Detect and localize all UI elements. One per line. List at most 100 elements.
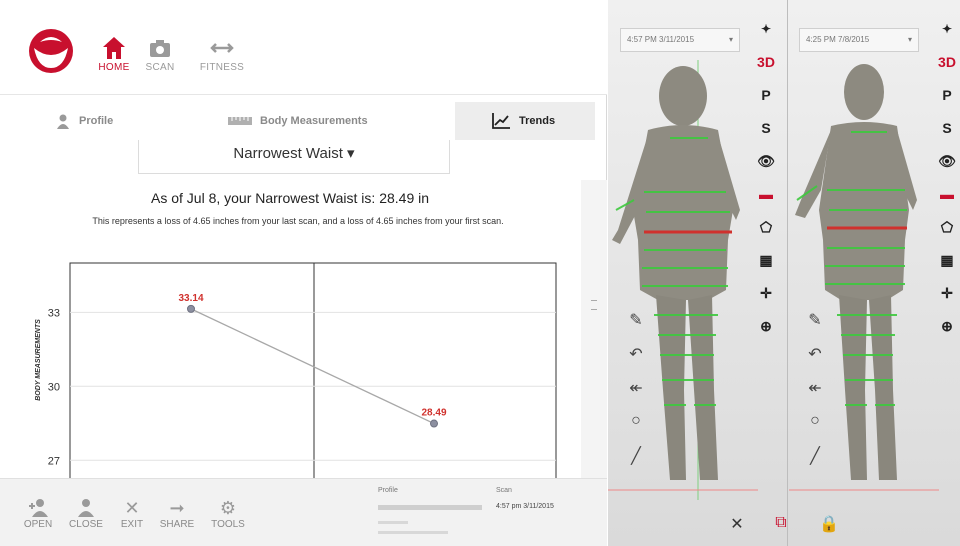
- metric-dropdown[interactable]: Narrowest Waist ▾: [138, 140, 450, 174]
- globe-tool-1[interactable]: ⊕: [750, 317, 782, 350]
- y-tick-label: 33: [48, 307, 60, 319]
- tool-profile-label: P: [761, 87, 771, 103]
- pencil-icon[interactable]: ✎: [624, 310, 648, 344]
- metric-dropdown-value: Narrowest Waist: [233, 145, 343, 162]
- undo-icon[interactable]: ↶: [624, 344, 648, 378]
- y-tick-label: 30: [48, 381, 60, 393]
- share-button[interactable]: ➞ SHARE: [155, 497, 199, 530]
- tab-trends-label: Trends: [519, 115, 556, 127]
- tab-profile[interactable]: Profile: [55, 102, 165, 140]
- edit-tools-1: ✎ ↶ ↞ ○ ╱: [624, 310, 648, 480]
- pencil-icon[interactable]: ✎: [803, 310, 827, 344]
- crosshair-icon: ✛: [941, 285, 953, 301]
- camera-icon: [150, 40, 170, 57]
- measure-lines-icon: ▬: [759, 186, 773, 202]
- tools-button[interactable]: ⚙ TOOLS: [206, 497, 250, 530]
- line-icon[interactable]: ╱: [803, 446, 827, 480]
- tab-body-measurements-label: Body Measurements: [260, 115, 368, 127]
- tool-silhouette-2[interactable]: S: [931, 119, 960, 152]
- trend-chart-icon: [492, 113, 510, 129]
- compare-button[interactable]: ⧉: [764, 514, 798, 532]
- scrollbar[interactable]: [581, 180, 607, 480]
- summary-headline: As of Jul 8, your Narrowest Waist is: 28…: [150, 190, 430, 206]
- exit-button-label: EXIT: [120, 519, 144, 530]
- arrow-right-icon: ➞: [169, 498, 185, 518]
- tab-trends[interactable]: Trends: [455, 102, 595, 140]
- grid-icon: ▦: [940, 252, 954, 268]
- view-tools-1: ✦ 3D P S 👁 ▬ ⬠ ▦ ✛ ⊕: [750, 20, 782, 350]
- eye-tool-2[interactable]: 👁: [931, 152, 960, 185]
- grid-icon: ▦: [759, 252, 773, 268]
- scrollbar-grip-icon[interactable]: [591, 300, 597, 310]
- tool-3d-2[interactable]: 3D: [931, 53, 960, 86]
- globe-icon: ⊕: [941, 318, 953, 334]
- open-button[interactable]: OPEN: [16, 497, 60, 530]
- close-icon: ✕: [124, 498, 140, 518]
- close-button-label: CLOSE: [69, 519, 103, 530]
- landmark-tool-2[interactable]: ✛: [931, 284, 960, 317]
- nav-fitness[interactable]: FITNESS: [192, 34, 252, 73]
- ruler-icon: [228, 117, 252, 125]
- lock-button[interactable]: 🔒: [812, 514, 846, 534]
- redo-icon[interactable]: ↞: [803, 378, 827, 412]
- scan-pane-1: 4:57 PM 3/11/2015 ▾ ✦ 3D P S 👁 ▬ ⬠ ▦ ✛ ⊕…: [608, 0, 788, 546]
- globe-icon: ⊕: [760, 318, 772, 334]
- user-icon: [64, 497, 108, 519]
- tab-profile-label: Profile: [79, 115, 114, 127]
- pin-icon: ✦: [941, 22, 953, 36]
- eye-tool-1[interactable]: 👁: [750, 152, 782, 185]
- pentagon-tool-2[interactable]: ⬠: [931, 218, 960, 251]
- measure-lines-tool-2[interactable]: ▬: [931, 185, 960, 218]
- grid-tool-1[interactable]: ▦: [750, 251, 782, 284]
- grid-tool-2[interactable]: ▦: [931, 251, 960, 284]
- scan-date-select-2[interactable]: 4:25 PM 7/8/2015 ▾: [799, 28, 919, 52]
- scan-date-value-1: 4:57 PM 3/11/2015: [627, 35, 695, 44]
- view-tools-2: ✦ 3D P S 👁 ▬ ⬠ ▦ ✛ ⊕: [931, 20, 960, 350]
- plot-area: [69, 262, 557, 480]
- scan-info-profile-value: [378, 505, 482, 510]
- tool-profile-1[interactable]: P: [750, 86, 782, 119]
- reset-view-button[interactable]: ✕: [720, 514, 754, 534]
- close-icon: ✕: [730, 516, 744, 533]
- pentagon-icon: ⬠: [759, 219, 773, 235]
- tool-3d-1[interactable]: 3D: [750, 53, 782, 86]
- circle-icon[interactable]: ○: [624, 412, 648, 446]
- tools-button-label: TOOLS: [211, 519, 245, 530]
- close-button[interactable]: CLOSE: [64, 497, 108, 530]
- chevron-down-icon: ▾: [347, 145, 355, 162]
- pentagon-icon: ⬠: [940, 219, 954, 235]
- undo-icon[interactable]: ↶: [803, 344, 827, 378]
- circle-icon[interactable]: ○: [803, 412, 827, 446]
- trends-panel: HOME SCAN FITNESS Profile Body Measureme…: [0, 0, 607, 546]
- scan-pane-2: 4:25 PM 7/8/2015 ▾ ✦ 3D P S 👁 ▬ ⬠ ▦ ✛ ⊕ …: [789, 0, 960, 546]
- trend-chart: 33 30 27 BODY MEASUREMENTS 33.14 28.49: [35, 262, 557, 480]
- tab-body-measurements[interactable]: Body Measurements: [228, 102, 408, 140]
- scan-info-scan-label: Scan: [496, 487, 512, 494]
- redo-icon[interactable]: ↞: [624, 378, 648, 412]
- nav-scan-label: SCAN: [145, 62, 175, 73]
- exit-button[interactable]: ✕ EXIT: [110, 497, 154, 530]
- person-icon: [57, 114, 69, 129]
- data-label: 33.14: [178, 293, 203, 304]
- scan-info-detail-line: [378, 531, 448, 534]
- measure-lines-icon: ▬: [940, 186, 954, 202]
- scan-date-select-1[interactable]: 4:57 PM 3/11/2015 ▾: [620, 28, 740, 52]
- pin-tool-1[interactable]: ✦: [750, 20, 782, 53]
- pentagon-tool-1[interactable]: ⬠: [750, 218, 782, 251]
- eye-icon: 👁: [938, 153, 956, 169]
- globe-tool-2[interactable]: ⊕: [931, 317, 960, 350]
- tool-profile-2[interactable]: P: [931, 86, 960, 119]
- landmark-tool-1[interactable]: ✛: [750, 284, 782, 317]
- line-icon[interactable]: ╱: [624, 446, 648, 480]
- measure-lines-tool-1[interactable]: ▬: [750, 185, 782, 218]
- body-viewer: 4:57 PM 3/11/2015 ▾ ✦ 3D P S 👁 ▬ ⬠ ▦ ✛ ⊕…: [608, 0, 960, 546]
- chevron-down-icon: ▾: [728, 35, 733, 44]
- crosshair-icon: ✛: [760, 285, 772, 301]
- add-user-icon: [16, 497, 60, 519]
- tool-3d-label: 3D: [938, 54, 956, 70]
- pin-tool-2[interactable]: ✦: [931, 20, 960, 53]
- pin-icon: ✦: [760, 22, 772, 36]
- tab-bar: Profile Body Measurements Trends: [0, 102, 607, 142]
- nav-scan[interactable]: SCAN: [130, 34, 190, 73]
- tool-silhouette-1[interactable]: S: [750, 119, 782, 152]
